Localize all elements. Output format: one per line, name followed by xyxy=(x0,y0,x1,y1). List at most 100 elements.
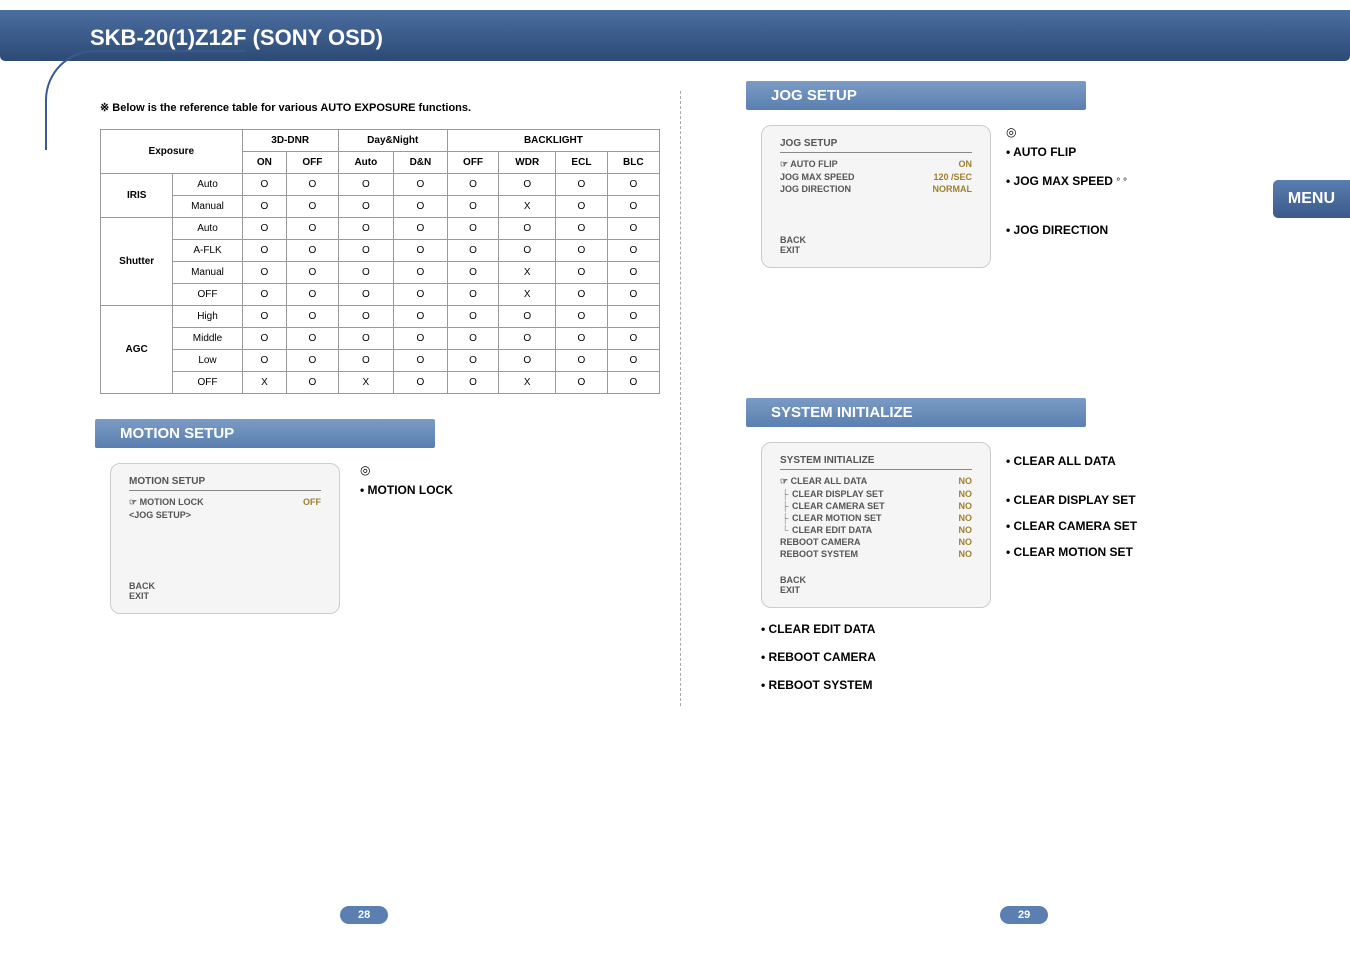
th-3ddnr: 3D-DNR xyxy=(242,130,338,152)
cell: O xyxy=(242,262,287,284)
jog-box-title: JOG SETUP xyxy=(780,138,972,153)
cell: O xyxy=(447,306,498,328)
sys-box-title: SYSTEM INITIALIZE xyxy=(780,455,972,470)
sys-options: • CLEAR ALL DATA • CLEAR DISPLAY SET • C… xyxy=(1006,442,1137,571)
sys-menu-box: SYSTEM INITIALIZE ☞ CLEAR ALL DATANOCLEA… xyxy=(761,442,991,608)
cell: O xyxy=(447,284,498,306)
row-mode: High xyxy=(173,306,242,328)
right-column: JOG SETUP JOG SETUP ☞ AUTO FLIPONJOG MAX… xyxy=(701,91,1300,706)
th-off: OFF xyxy=(287,152,338,174)
jog-back: BACK xyxy=(780,235,972,245)
cell: O xyxy=(287,328,338,350)
row-mode: Manual xyxy=(173,262,242,284)
motion-section-title: MOTION SETUP xyxy=(95,419,435,448)
cell: O xyxy=(556,306,607,328)
page-number-left: 28 xyxy=(340,906,388,924)
cell: O xyxy=(556,174,607,196)
cell: O xyxy=(607,174,659,196)
cell: O xyxy=(447,174,498,196)
cell: O xyxy=(242,240,287,262)
cell: O xyxy=(607,240,659,262)
cell: O xyxy=(338,218,393,240)
cell: O xyxy=(607,262,659,284)
cell: O xyxy=(287,240,338,262)
sys-opt1: • CLEAR ALL DATA xyxy=(1006,454,1137,468)
cell: O xyxy=(607,306,659,328)
cell: O xyxy=(287,284,338,306)
cell: O xyxy=(287,350,338,372)
sys-opt4: • CLEAR MOTION SET xyxy=(1006,545,1137,559)
cell: O xyxy=(242,328,287,350)
menu-item: CLEAR MOTION SETNO xyxy=(780,512,972,524)
row-mode: OFF xyxy=(173,284,242,306)
menu-item: JOG DIRECTIONNORMAL xyxy=(780,183,972,195)
th-on: ON xyxy=(242,152,287,174)
row-mode: Low xyxy=(173,350,242,372)
cell: O xyxy=(338,284,393,306)
cell: O xyxy=(447,262,498,284)
jog-exit: EXIT xyxy=(780,245,972,255)
row-group-iris: IRIS xyxy=(101,174,173,218)
menu-item: CLEAR DISPLAY SETNO xyxy=(780,488,972,500)
cell: O xyxy=(556,240,607,262)
cell: O xyxy=(447,218,498,240)
cell: O xyxy=(556,328,607,350)
cell: O xyxy=(556,196,607,218)
jog-opt-symbol: ◎ xyxy=(1006,125,1127,139)
cell: O xyxy=(556,372,607,394)
cell: O xyxy=(338,350,393,372)
cell: X xyxy=(499,284,556,306)
vertical-divider xyxy=(680,91,681,706)
page-number-right: 29 xyxy=(1000,906,1048,924)
cell: O xyxy=(607,284,659,306)
sys-back: BACK xyxy=(780,575,972,585)
cell: O xyxy=(338,174,393,196)
th-blc: BLC xyxy=(607,152,659,174)
menu-item: CLEAR CAMERA SETNO xyxy=(780,500,972,512)
cell: O xyxy=(447,372,498,394)
cell: O xyxy=(287,372,338,394)
sys-extra1: • CLEAR EDIT DATA xyxy=(761,622,1300,636)
th-backlight: BACKLIGHT xyxy=(447,130,659,152)
row-mode: Auto xyxy=(173,174,242,196)
cell: O xyxy=(607,218,659,240)
menu-tab: MENU xyxy=(1273,180,1350,218)
menu-item: ☞ MOTION LOCKOFF xyxy=(129,496,321,509)
motion-box-title: MOTION SETUP xyxy=(129,476,321,491)
menu-item: JOG MAX SPEED120 /SEC xyxy=(780,171,972,183)
row-mode: Auto xyxy=(173,218,242,240)
jog-options: ◎ • AUTO FLIP • JOG MAX SPEED ° ° • JOG … xyxy=(1006,125,1127,243)
cell: O xyxy=(242,306,287,328)
cell: O xyxy=(394,306,448,328)
jog-section-title: JOG SETUP xyxy=(746,81,1086,110)
cell: O xyxy=(394,240,448,262)
cell: O xyxy=(499,350,556,372)
motion-menu-box: MOTION SETUP ☞ MOTION LOCKOFF<JOG SETUP>… xyxy=(110,463,340,614)
th-dn: D&N xyxy=(394,152,448,174)
cell: O xyxy=(447,196,498,218)
cell: O xyxy=(287,306,338,328)
cell: O xyxy=(242,174,287,196)
cell: X xyxy=(338,372,393,394)
sys-extra2: • REBOOT CAMERA xyxy=(761,650,1300,664)
jog-opt3: • JOG DIRECTION xyxy=(1006,223,1127,237)
cell: O xyxy=(394,284,448,306)
cell: O xyxy=(338,306,393,328)
sys-section-title: SYSTEM INITIALIZE xyxy=(746,398,1086,427)
cell: O xyxy=(394,350,448,372)
cell: O xyxy=(556,262,607,284)
sys-opt2: • CLEAR DISPLAY SET xyxy=(1006,493,1137,507)
jog-opt2: • JOG MAX SPEED ° ° xyxy=(1006,174,1127,188)
sys-opt3: • CLEAR CAMERA SET xyxy=(1006,519,1137,533)
cell: O xyxy=(556,284,607,306)
cell: O xyxy=(499,174,556,196)
left-column: ※ Below is the reference table for vario… xyxy=(50,91,660,706)
cell: O xyxy=(242,350,287,372)
row-mode: OFF xyxy=(173,372,242,394)
cell: O xyxy=(338,240,393,262)
cell: O xyxy=(287,218,338,240)
menu-item: CLEAR EDIT DATANO xyxy=(780,524,972,536)
row-mode: A-FLK xyxy=(173,240,242,262)
th-daynight: Day&Night xyxy=(338,130,447,152)
jog-menu-box: JOG SETUP ☞ AUTO FLIPONJOG MAX SPEED120 … xyxy=(761,125,991,268)
